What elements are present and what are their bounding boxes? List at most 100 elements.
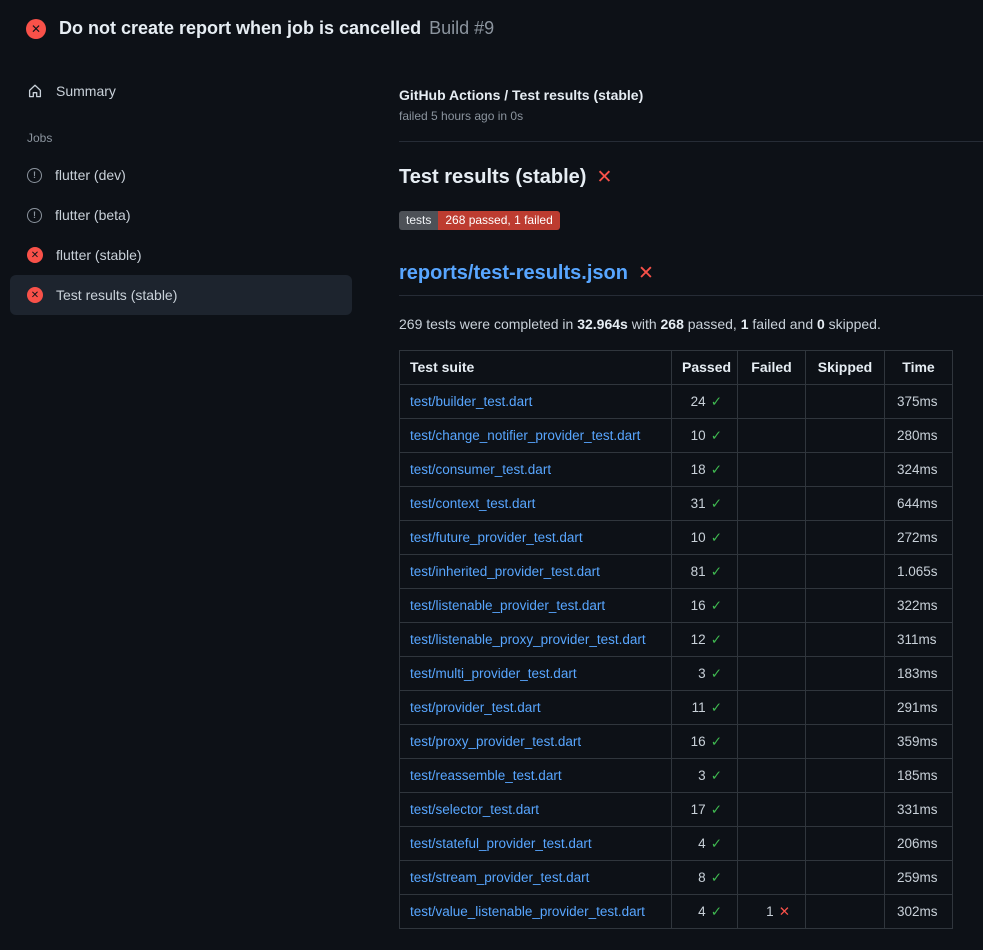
sidebar-job-item[interactable]: ✕flutter (stable) — [10, 235, 352, 275]
table-row: test/value_listenable_provider_test.dart… — [400, 895, 953, 929]
failed-cell — [738, 725, 806, 759]
check-icon: ✓ — [711, 768, 722, 783]
test-suite-link[interactable]: test/future_provider_test.dart — [410, 530, 583, 545]
passed-cell: 8✓ — [672, 861, 738, 895]
time-cell: 291ms — [885, 691, 953, 725]
table-row: test/inherited_provider_test.dart 81✓ 1.06… — [400, 555, 953, 589]
passed-cell: 16✓ — [672, 589, 738, 623]
passed-cell-count: 16 — [691, 598, 706, 613]
test-suite-link[interactable]: test/listenable_proxy_provider_test.dart — [410, 632, 646, 647]
skipped-cell — [806, 657, 885, 691]
test-suite-link[interactable]: test/reassemble_test.dart — [410, 768, 562, 783]
suite-cell: test/consumer_test.dart — [400, 453, 672, 487]
failed-cell — [738, 691, 806, 725]
table-row: test/stream_provider_test.dart8✓259ms — [400, 861, 953, 895]
cross-icon: ✕ — [779, 904, 790, 919]
report-file-link[interactable]: reports/test-results.json — [399, 262, 628, 285]
check-icon: ✓ — [711, 428, 722, 443]
test-suite-link[interactable]: test/builder_test.dart — [410, 394, 532, 409]
test-suite-link[interactable]: test/value_listenable_provider_test.dart — [410, 904, 645, 919]
table-row: test/listenable_provider_test.dart16✓322… — [400, 589, 953, 623]
check-icon: ✓ — [711, 836, 722, 851]
passed-cell-count: 12 — [691, 632, 706, 647]
suite-cell: test/provider_test.dart — [400, 691, 672, 725]
passed-cell-count: 16 — [691, 734, 706, 749]
passed-cell-count: 4 — [698, 904, 706, 919]
failed-cell — [738, 521, 806, 555]
sidebar-job-item[interactable]: !flutter (beta) — [10, 195, 352, 235]
test-results-table: Test suite Passed Failed Skipped Time te… — [399, 350, 953, 929]
passed-cell: 17✓ — [672, 793, 738, 827]
time-cell: 311ms — [885, 623, 953, 657]
passed-cell: 4✓ — [672, 827, 738, 861]
skipped-cell — [806, 691, 885, 725]
skipped-cell — [806, 725, 885, 759]
sidebar-job-label: flutter (beta) — [55, 207, 130, 223]
check-icon: ✓ — [711, 632, 722, 647]
report-heading: reports/test-results.json ✕ — [399, 262, 983, 296]
time-cell: 272ms — [885, 521, 953, 555]
passed-cell-count: 10 — [691, 428, 706, 443]
check-icon: ✓ — [711, 462, 722, 477]
main-content: GitHub Actions / Test results (stable) f… — [383, 57, 983, 929]
test-suite-link[interactable]: test/listenable_provider_test.dart — [410, 598, 605, 613]
summary-skipped-count: 0 — [817, 316, 825, 332]
skipped-cell — [806, 419, 885, 453]
test-suite-link[interactable]: test/provider_test.dart — [410, 700, 541, 715]
jobs-list: !flutter (dev)!flutter (beta)✕flutter (s… — [0, 155, 383, 315]
sidebar: Summary Jobs !flutter (dev)!flutter (bet… — [0, 57, 383, 315]
cross-mark-icon: ✕ — [596, 168, 612, 187]
passed-cell: 81✓ — [672, 555, 738, 589]
sidebar-summary-label: Summary — [56, 83, 116, 99]
table-row: test/future_provider_test.dart10✓272ms — [400, 521, 953, 555]
skipped-cell — [806, 895, 885, 929]
skipped-cell — [806, 861, 885, 895]
test-suite-link[interactable]: test/multi_provider_test.dart — [410, 666, 577, 681]
section-heading: Test results (stable) ✕ — [399, 166, 983, 189]
summary-failed-count: 1 — [741, 316, 749, 332]
time-cell: 280ms — [885, 419, 953, 453]
test-suite-link[interactable]: test/consumer_test.dart — [410, 462, 551, 477]
skipped-cell — [806, 453, 885, 487]
passed-cell: 10 ✓ — [672, 419, 738, 453]
suite-cell: test/stateful_provider_test.dart — [400, 827, 672, 861]
test-suite-link[interactable]: test/stream_provider_test.dart — [410, 870, 589, 885]
skipped-cell — [806, 793, 885, 827]
sidebar-job-item[interactable]: ✕Test results (stable) — [10, 275, 352, 315]
failed-cell — [738, 861, 806, 895]
test-suite-link[interactable]: test/selector_test.dart — [410, 802, 539, 817]
col-header-skipped: Skipped — [806, 351, 885, 385]
test-suite-link[interactable]: test/proxy_provider_test.dart — [410, 734, 581, 749]
col-header-test-suite: Test suite — [400, 351, 672, 385]
sidebar-job-label: flutter (dev) — [55, 167, 126, 183]
failed-cell — [738, 623, 806, 657]
test-suite-link[interactable]: test/stateful_provider_test.dart — [410, 836, 592, 851]
passed-cell-count: 81 — [691, 564, 706, 579]
table-row: test/listenable_proxy_provider_test.dart… — [400, 623, 953, 657]
passed-cell: 24✓ — [672, 385, 738, 419]
col-header-failed: Failed — [738, 351, 806, 385]
col-header-time: Time — [885, 351, 953, 385]
test-suite-link[interactable]: test/change_notifier_provider_test.dart — [410, 428, 640, 443]
failed-cell: 1✕ — [738, 895, 806, 929]
suite-cell: test/selector_test.dart — [400, 793, 672, 827]
time-cell: 1.065s — [885, 555, 953, 589]
time-cell: 331ms — [885, 793, 953, 827]
passed-cell-count: 24 — [691, 394, 706, 409]
table-row: test/reassemble_test.dart3✓185ms — [400, 759, 953, 793]
skipped-cell — [806, 521, 885, 555]
skipped-cell — [806, 759, 885, 793]
sidebar-job-item[interactable]: !flutter (dev) — [10, 155, 352, 195]
table-row: test/proxy_provider_test.dart16✓359ms — [400, 725, 953, 759]
run-status-line: failed 5 hours ago in 0s — [399, 109, 983, 123]
passed-cell-count: 3 — [698, 768, 706, 783]
check-icon: ✓ — [711, 904, 722, 919]
test-suite-link[interactable]: test/inherited_provider_test.dart — [410, 564, 600, 579]
test-suite-link[interactable]: test/context_test.dart — [410, 496, 535, 511]
time-cell: 183ms — [885, 657, 953, 691]
table-row: test/multi_provider_test.dart3✓183ms — [400, 657, 953, 691]
skipped-cell — [806, 487, 885, 521]
suite-cell: test/change_notifier_provider_test.dart — [400, 419, 672, 453]
passed-cell-count: 10 — [691, 530, 706, 545]
sidebar-item-summary[interactable]: Summary — [10, 71, 352, 111]
